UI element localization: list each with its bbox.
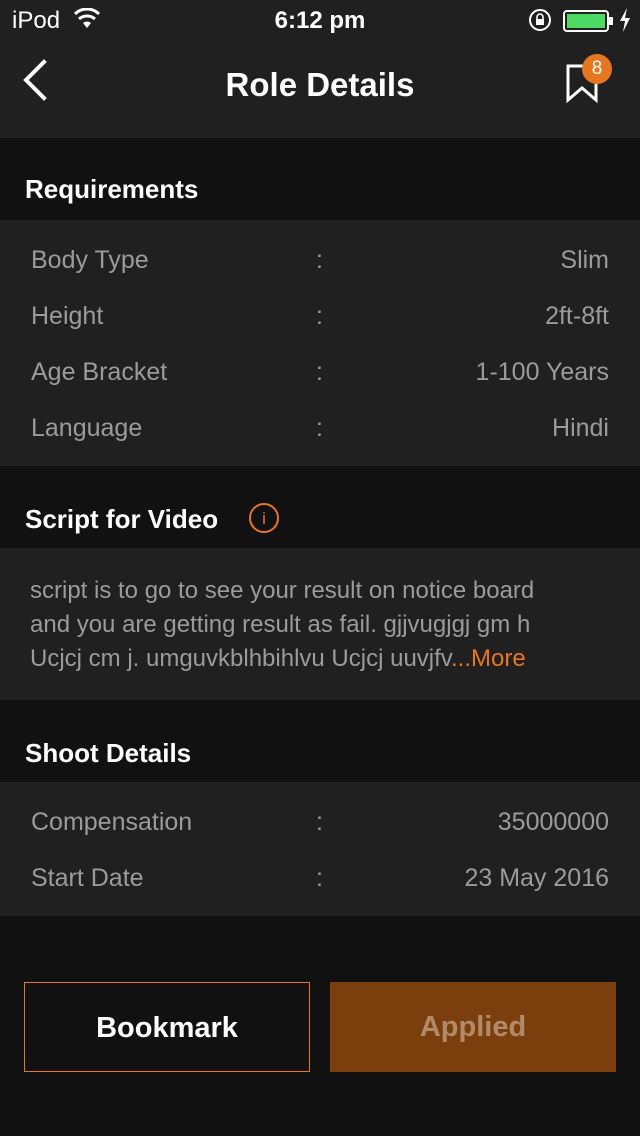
charging-icon [620,8,630,32]
row-separator: : [316,864,323,892]
row-separator: : [316,358,323,386]
row-separator: : [316,808,323,836]
row-value: Hindi [552,414,609,442]
row-separator: : [316,302,323,330]
requirement-row-language: Language : Hindi [0,402,640,458]
page-title: Role Details [225,66,415,103]
battery-icon [563,10,613,32]
requirements-panel: Body Type : Slim Height : 2ft-8ft Age Br… [0,220,640,466]
applied-button[interactable]: Applied [330,982,616,1072]
requirement-row-body-type: Body Type : Slim [0,234,640,290]
shoot-title: Shoot Details [25,738,192,768]
script-text: script is to go to see your result on no… [30,574,620,676]
row-label: Age Bracket [31,358,168,386]
bookmark-button[interactable]: Bookmark [24,982,310,1072]
row-value: 23 May 2016 [464,864,609,892]
bookmark-count-badge: 8 [582,54,612,84]
script-title: Script for Video [25,504,219,534]
row-label: Start Date [31,864,144,892]
svg-text:i: i [262,509,266,528]
more-link[interactable]: ...More [451,645,526,672]
script-line: script is to go to see your result on no… [30,577,535,604]
requirements-header: Requirements [0,138,640,220]
script-header: Script for Video [0,466,640,548]
row-label: Body Type [31,246,149,274]
requirements-title: Requirements [25,174,199,204]
row-label: Language [31,414,143,442]
row-label: Height [31,302,104,330]
requirement-row-age-bracket: Age Bracket : 1-100 Years [0,346,640,402]
requirement-row-height: Height : 2ft-8ft [0,290,640,346]
row-separator: : [316,246,323,274]
bookmarks-button[interactable]: 8 [560,54,620,120]
row-label: Compensation [31,808,193,836]
script-line: and you are getting result as fail. gjjv… [30,611,531,638]
rotation-lock-icon [529,9,551,31]
row-value: Slim [560,246,609,274]
script-line-last: Ucjcj cm j. umguvkblhbihlvu Ucjcj uuvjfv… [30,642,620,676]
shoot-header: Shoot Details [0,700,640,782]
shoot-row-compensation: Compensation : 35000000 [0,796,640,852]
status-bar: iPod 6:12 pm [0,0,640,40]
script-line: Ucjcj cm j. umguvkblhbihlvu Ucjcj uuvjfv [30,645,452,672]
row-value: 1-100 Years [475,358,609,386]
info-icon[interactable]: i [248,502,280,534]
nav-bar: Role Details 8 [0,40,640,138]
row-separator: : [316,414,323,442]
row-value: 35000000 [497,808,609,836]
row-value: 2ft-8ft [545,302,609,330]
shoot-panel: Compensation : 35000000 Start Date : 23 … [0,782,640,916]
shoot-row-start-date: Start Date : 23 May 2016 [0,852,640,908]
